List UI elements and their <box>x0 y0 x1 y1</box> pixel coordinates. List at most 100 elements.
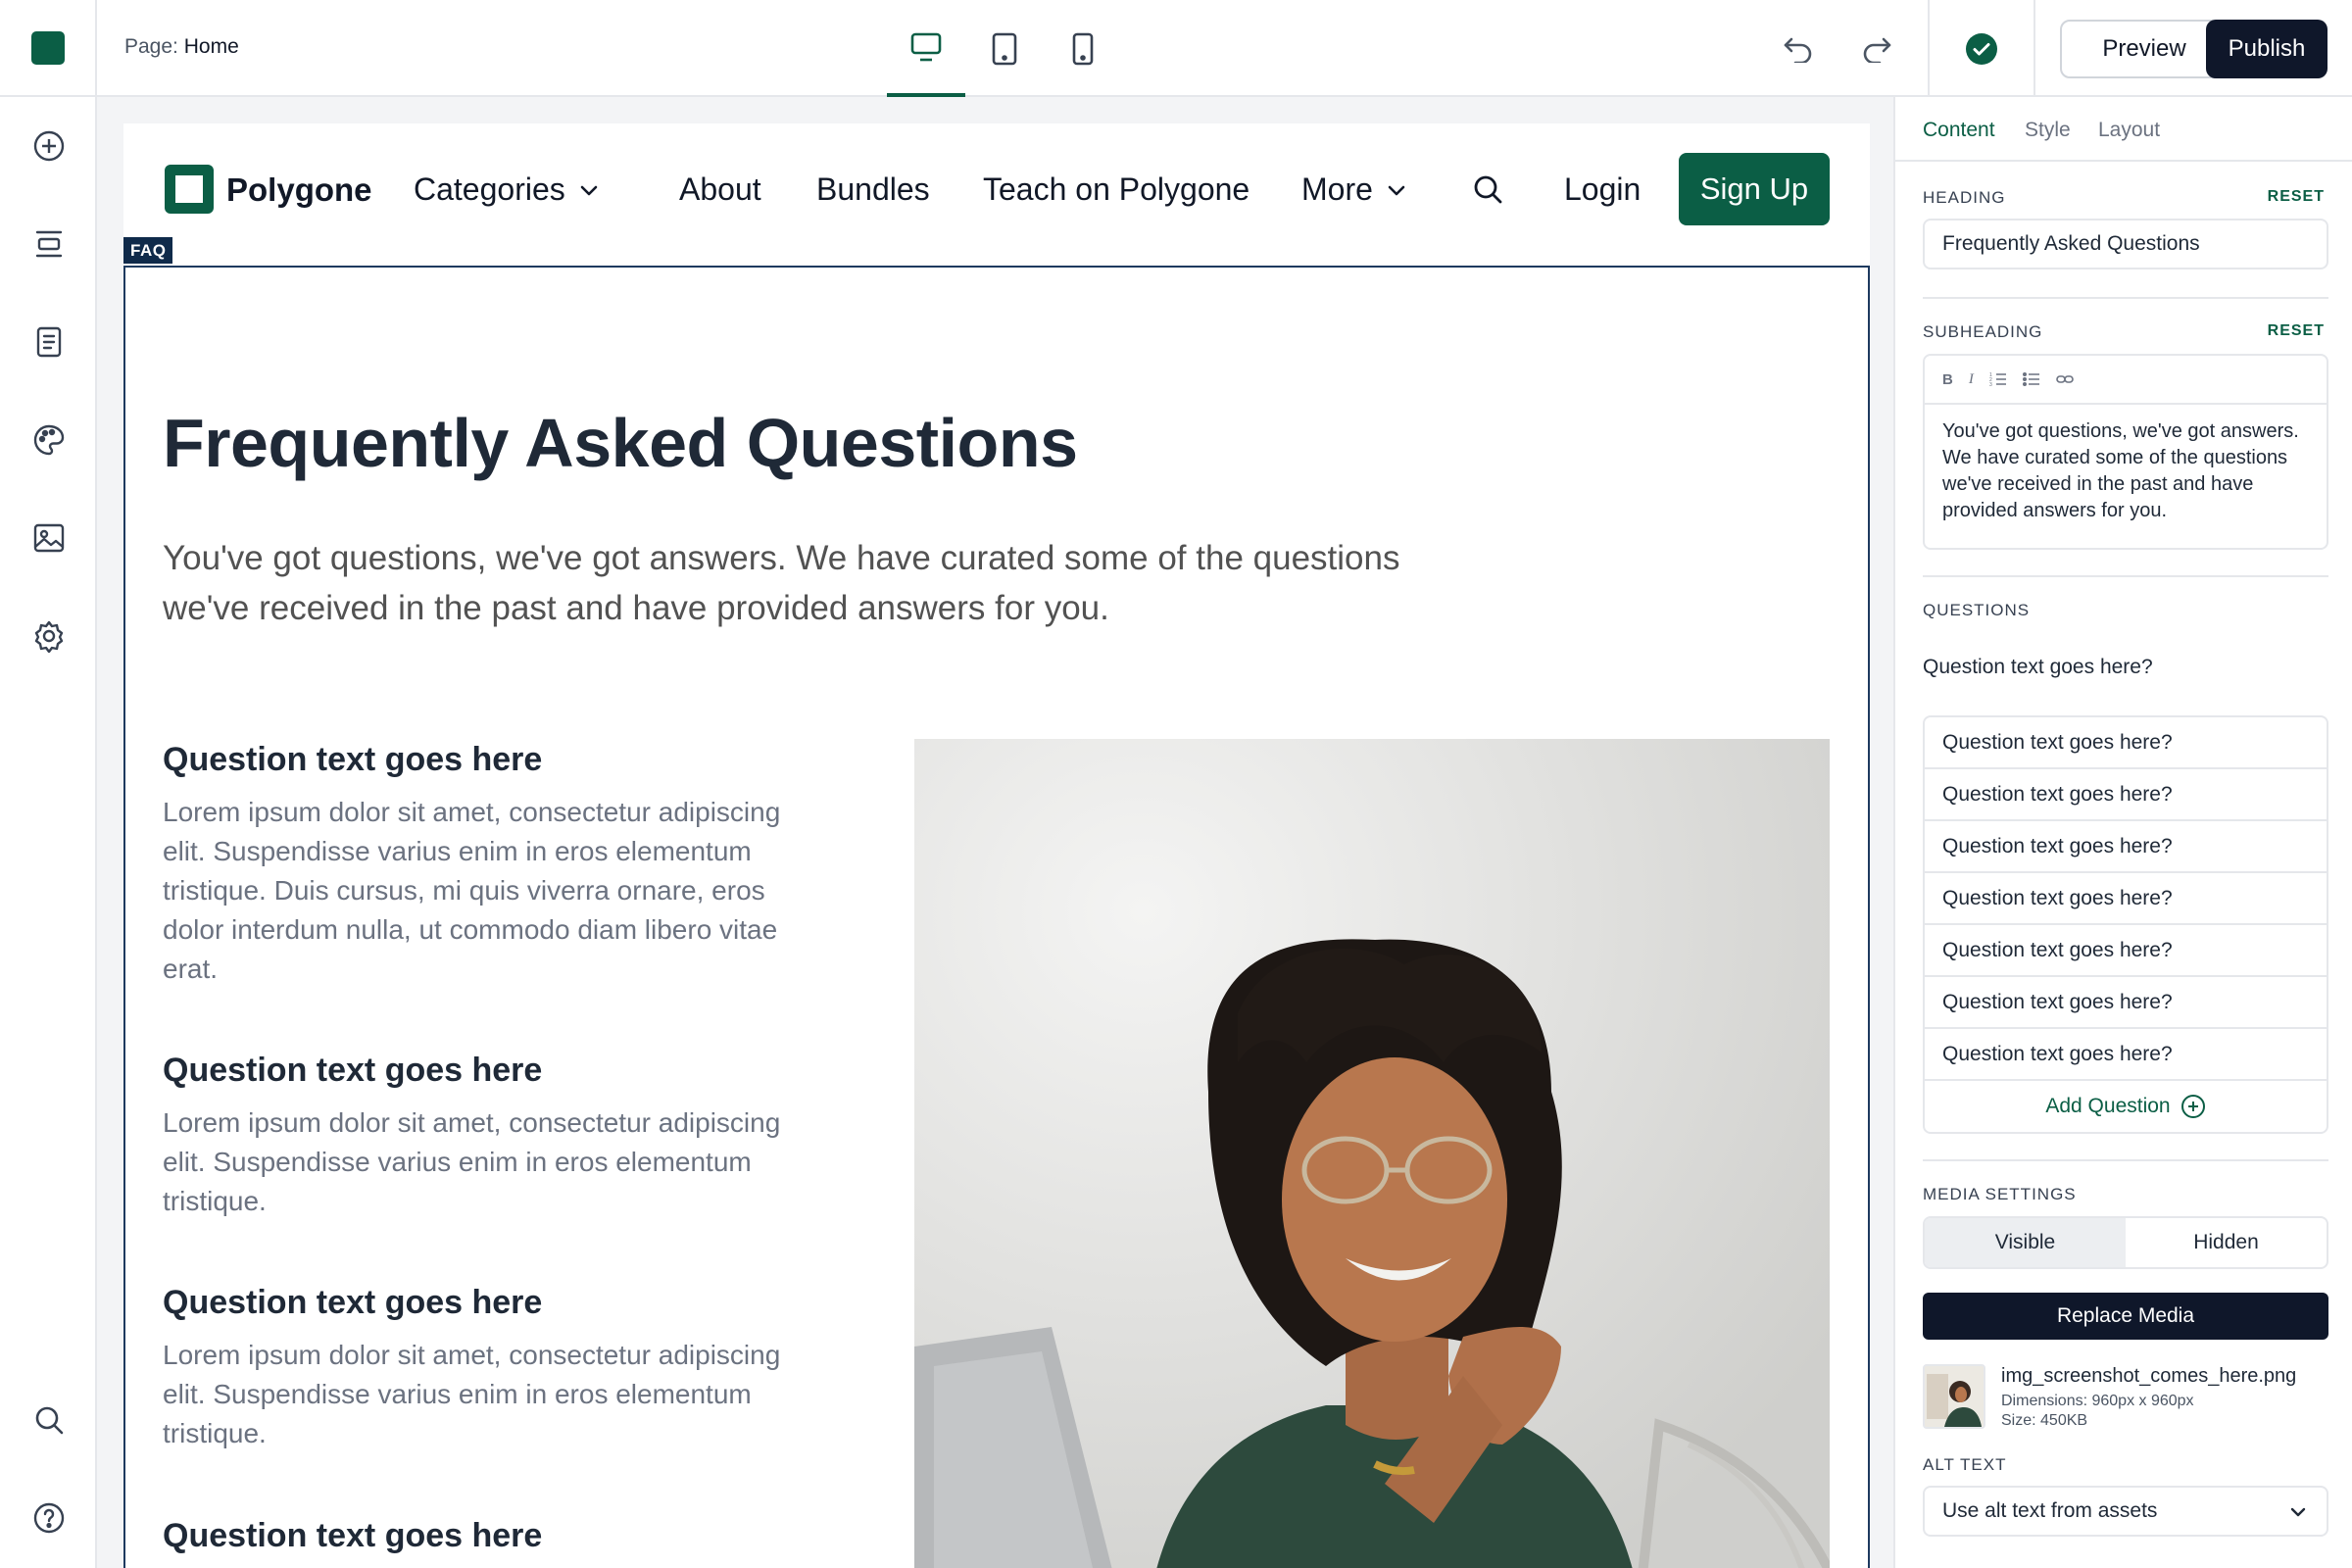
nav-more[interactable]: More <box>1301 172 1406 208</box>
app-logo[interactable] <box>31 31 65 65</box>
faq-media-image[interactable] <box>914 739 1830 1568</box>
question-item[interactable]: Question text goes here? <box>1925 821 2327 873</box>
redo-button[interactable] <box>1857 29 1896 69</box>
sections-icon <box>35 230 63 258</box>
panel-tabs: Content Style Layout <box>1895 97 2352 162</box>
subheading-text[interactable]: You've got questions, we've got answers.… <box>1925 405 2327 538</box>
sections-button[interactable] <box>25 220 73 268</box>
question-item[interactable]: Question text goes here? <box>1925 769 2327 821</box>
italic-button[interactable]: I <box>1969 371 1974 388</box>
question-item[interactable]: Question text goes here? <box>1925 1029 2327 1081</box>
question-item[interactable]: Question text goes here? <box>1925 717 2327 769</box>
heading-input[interactable] <box>1923 219 2328 270</box>
media-file-name: img_screenshot_comes_here.png <box>2001 1365 2297 1387</box>
bold-button[interactable]: B <box>1942 371 1953 388</box>
add-question-label: Add Question <box>2045 1095 2171 1117</box>
selected-question[interactable]: Question text goes here? <box>1923 656 2153 679</box>
preview-button[interactable]: Preview <box>2060 20 2229 78</box>
page-prefix: Page: <box>124 35 178 58</box>
faq-item[interactable]: Question text goes here Lorem ipsum dolo… <box>163 741 829 989</box>
page-indicator[interactable]: Page: Home <box>124 35 239 59</box>
alt-text-label: ALT TEXT <box>1923 1455 2007 1474</box>
media-size: Size: 450KB <box>2001 1412 2088 1429</box>
media-thumbnail <box>1923 1364 1985 1429</box>
search-icon <box>1474 175 1502 204</box>
mobile-view-button[interactable] <box>1044 0 1122 97</box>
faq-answer: Lorem ipsum dolor sit amet, consectetur … <box>163 1340 781 1448</box>
undo-icon <box>1784 37 1812 63</box>
tablet-icon <box>992 32 1017 65</box>
plus-circle-icon <box>33 130 65 162</box>
site-navbar[interactable]: Polygone Categories About Bundles Teach … <box>123 123 1870 257</box>
pages-button[interactable] <box>25 318 73 366</box>
polygone-logo[interactable] <box>165 165 214 214</box>
section-tag[interactable]: FAQ <box>123 237 173 264</box>
media-button[interactable] <box>25 514 73 562</box>
tab-layout[interactable]: Layout <box>2098 119 2160 142</box>
nav-teach[interactable]: Teach on Polygone <box>983 172 1250 208</box>
left-toolbar <box>0 97 97 1568</box>
desktop-icon <box>910 32 942 61</box>
media-visible-option[interactable]: Visible <box>1925 1218 2126 1267</box>
help-button[interactable] <box>25 1494 73 1542</box>
desktop-view-button[interactable] <box>887 0 965 97</box>
signup-button[interactable]: Sign Up <box>1679 153 1830 225</box>
add-section-button[interactable] <box>25 122 73 170</box>
faq-item[interactable]: Question text goes here <box>163 1517 829 1568</box>
nav-login[interactable]: Login <box>1564 172 1641 208</box>
editor-topbar: Page: Home Preview Publish <box>0 0 2352 97</box>
nav-categories[interactable]: Categories <box>414 172 599 208</box>
question-item[interactable]: Question text goes here? <box>1925 873 2327 925</box>
alt-text-value: Use alt text from assets <box>1942 1499 2158 1522</box>
gear-icon <box>34 620 64 653</box>
settings-button[interactable] <box>25 612 73 660</box>
site-search-button[interactable] <box>1471 172 1504 206</box>
faq-subheading[interactable]: You've got questions, we've got answers.… <box>163 533 1456 633</box>
chevron-down-icon <box>580 185 598 195</box>
add-question-button[interactable]: Add Question <box>1925 1081 2327 1132</box>
faq-answer: Lorem ipsum dolor sit amet, consectetur … <box>163 1107 781 1216</box>
search-button[interactable] <box>25 1396 73 1444</box>
faq-item[interactable]: Question text goes here Lorem ipsum dolo… <box>163 1052 829 1221</box>
palette-icon <box>33 424 65 456</box>
media-settings-label: MEDIA SETTINGS <box>1923 1185 2077 1203</box>
media-hidden-option[interactable]: Hidden <box>2126 1218 2327 1267</box>
brand-name[interactable]: Polygone <box>226 172 372 209</box>
link-icon[interactable] <box>2056 373 2074 385</box>
panel-divider <box>1923 1159 2328 1161</box>
nav-about[interactable]: About <box>679 172 761 208</box>
tab-content[interactable]: Content <box>1923 119 1995 142</box>
bullet-list-icon[interactable] <box>2022 371 2040 387</box>
subheading-reset-button[interactable]: RESET <box>2268 322 2325 340</box>
undo-button[interactable] <box>1779 29 1818 69</box>
heading-reset-button[interactable]: RESET <box>2268 188 2325 206</box>
search-icon <box>35 1406 64 1435</box>
tablet-view-button[interactable] <box>965 0 1044 97</box>
question-item[interactable]: Question text goes here? <box>1925 977 2327 1029</box>
ordered-list-icon[interactable]: 123 <box>1989 371 2007 387</box>
replace-media-button[interactable]: Replace Media <box>1923 1293 2328 1340</box>
check-circle-icon <box>1966 32 1997 65</box>
questions-label: QUESTIONS <box>1923 601 2031 619</box>
alt-text-select[interactable]: Use alt text from assets <box>1923 1486 2328 1537</box>
faq-heading[interactable]: Frequently Asked Questions <box>163 404 1078 482</box>
subheading-editor[interactable]: B I 123 You've got questions, we've got … <box>1923 354 2328 550</box>
heading-label: HEADING <box>1923 188 2006 207</box>
panel-divider <box>1923 575 2328 577</box>
faq-item[interactable]: Question text goes here Lorem ipsum dolo… <box>163 1284 829 1453</box>
nav-bundles[interactable]: Bundles <box>816 172 930 208</box>
portrait-photo <box>914 739 1830 1568</box>
faq-question: Question text goes here <box>163 1052 543 1089</box>
tab-style[interactable]: Style <box>2025 119 2071 142</box>
mobile-icon <box>1072 32 1094 65</box>
save-status <box>1928 0 2035 97</box>
faq-question: Question text goes here <box>163 1517 543 1554</box>
questions-list: Question text goes here? Question text g… <box>1923 715 2328 1134</box>
plus-circle-icon <box>2180 1095 2205 1118</box>
chevron-down-icon <box>2290 1507 2306 1517</box>
theme-button[interactable] <box>25 416 73 464</box>
thumbnail-image <box>1925 1366 1984 1427</box>
publish-button[interactable]: Publish <box>2206 20 2328 78</box>
site-preview: Polygone Categories About Bundles Teach … <box>123 123 1870 1568</box>
question-item[interactable]: Question text goes here? <box>1925 925 2327 977</box>
